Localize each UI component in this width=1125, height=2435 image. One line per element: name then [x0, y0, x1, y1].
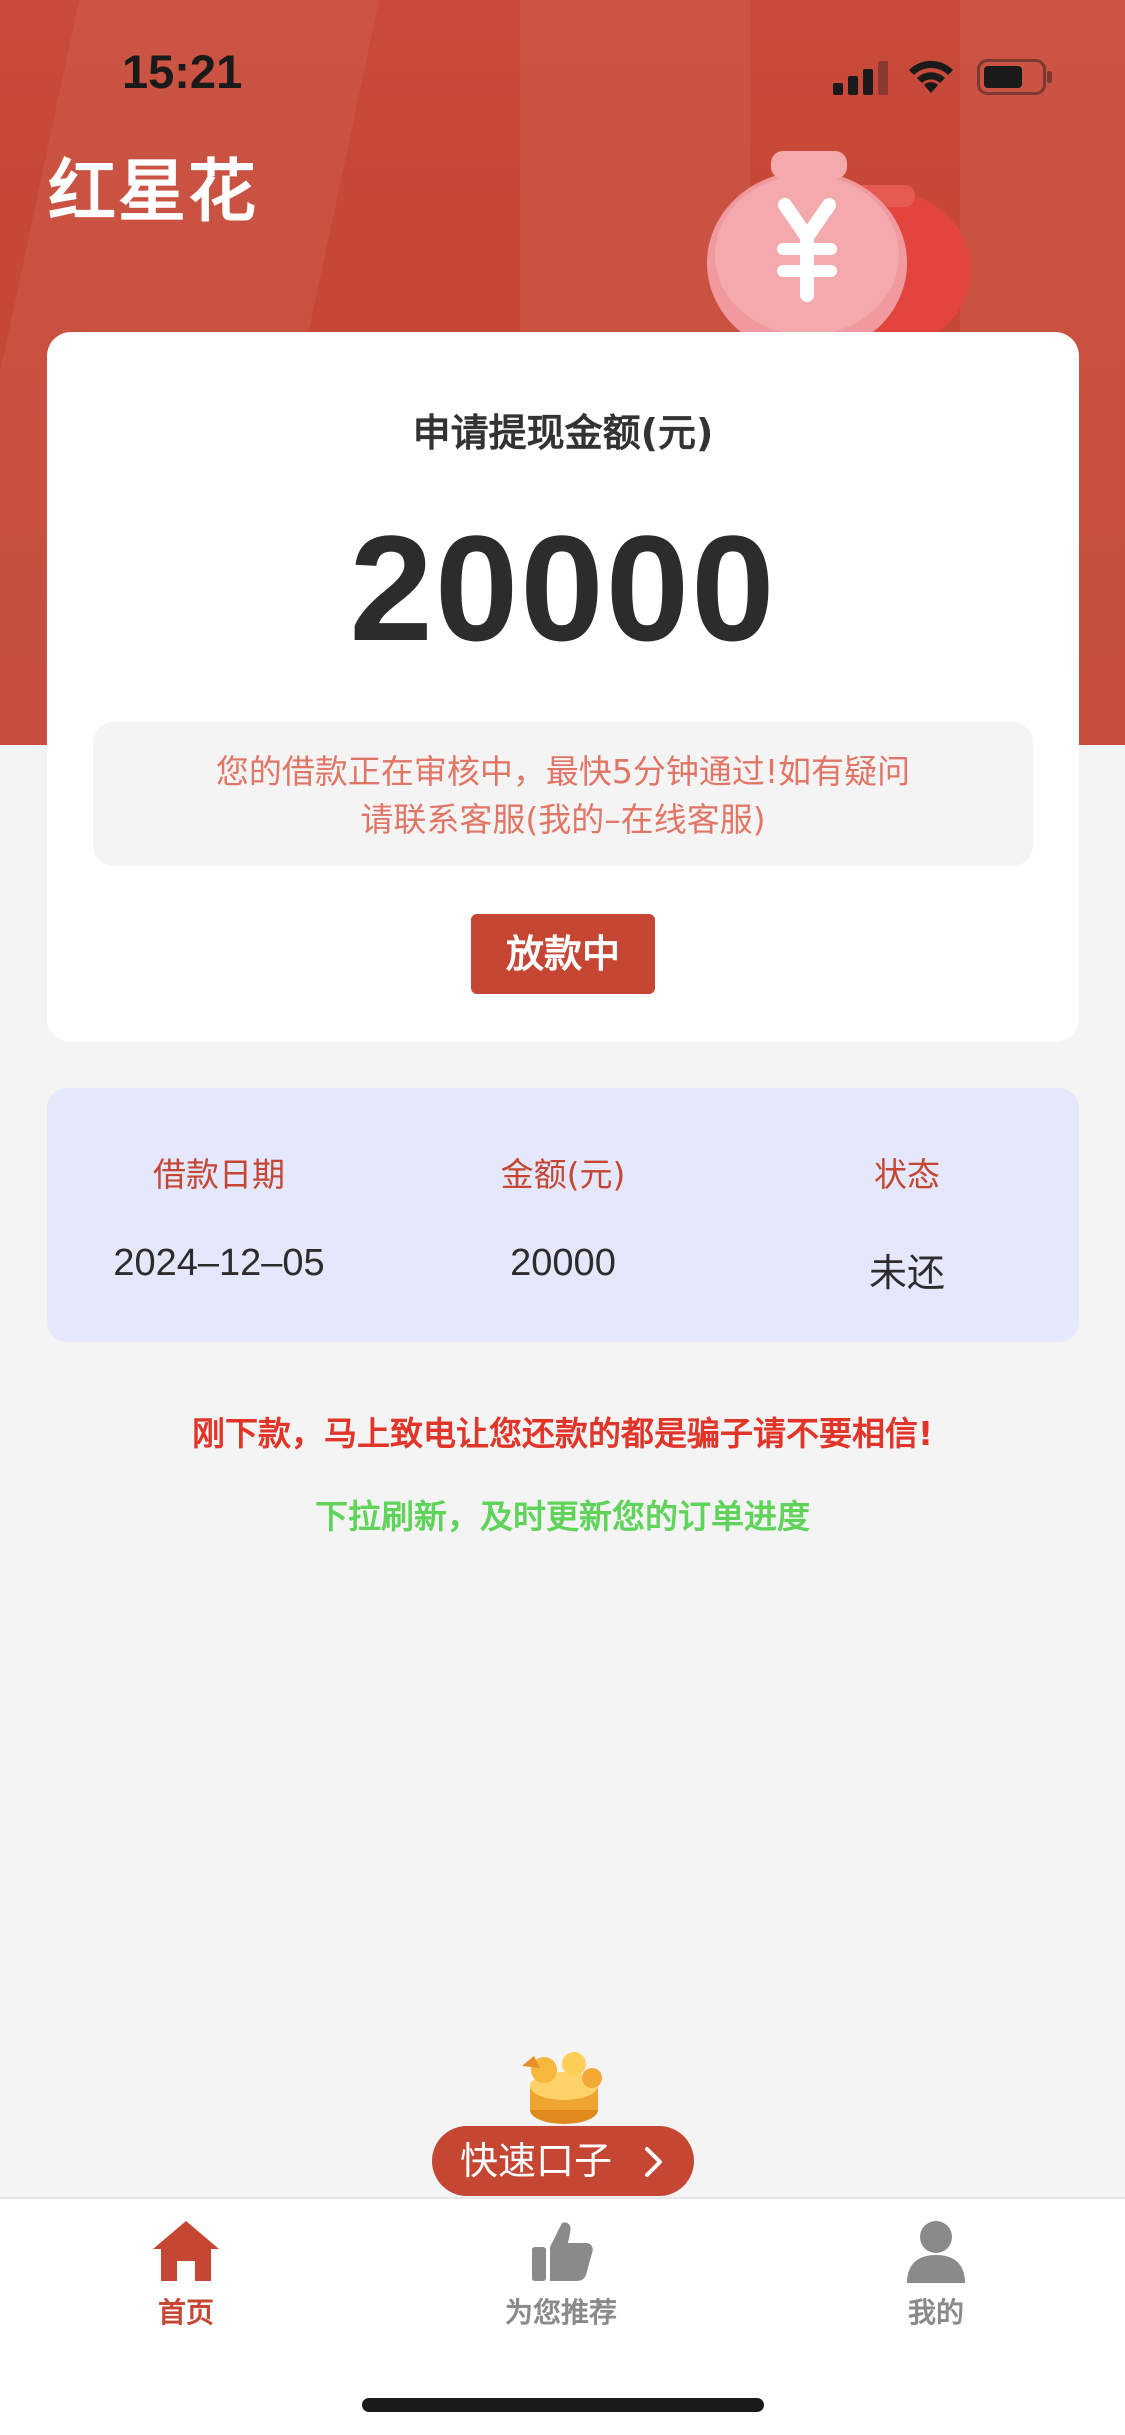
pull-refresh-hint: 下拉刷新，及时更新您的订单进度	[315, 1497, 810, 1536]
column-header: 借款日期	[153, 1155, 285, 1194]
loan-column-date: 借款日期 2024–12–05	[47, 1088, 391, 1285]
loan-column-amount: 金额(元) 20000	[391, 1088, 735, 1285]
review-notice-line: 请联系客服(我的–在线客服)	[360, 800, 766, 839]
quick-entry-label: 快速口子	[460, 2139, 613, 2183]
tab-home[interactable]: 首页	[86, 2217, 286, 2331]
review-notice-line: 您的借款正在审核中，最快5分钟通过!如有疑问	[215, 752, 911, 791]
home-icon	[153, 2221, 219, 2281]
loan-status-cell: 未还	[868, 1253, 945, 1295]
tab-mine[interactable]: 我的	[836, 2217, 1036, 2331]
loan-amount-cell: 20000	[510, 1242, 616, 1284]
home-indicator	[362, 2398, 764, 2412]
tab-label: 首页	[157, 2296, 214, 2329]
loan-record-table: 借款日期 2024–12–05 金额(元) 20000 状态 未还	[47, 1088, 1079, 1342]
tab-recommend[interactable]: 为您推荐	[461, 2217, 661, 2331]
column-header: 状态	[874, 1155, 940, 1194]
tab-label: 我的	[907, 2296, 964, 2329]
quick-entry-button[interactable]: 快速口子	[432, 2126, 694, 2196]
money-bag-icon	[707, 151, 971, 345]
loan-column-status: 状态 未还	[735, 1088, 1079, 1297]
loan-date-cell: 2024–12–05	[113, 1242, 325, 1284]
battery-icon	[977, 59, 1052, 95]
chevron-right-icon	[645, 2147, 662, 2177]
status-time: 15:21	[122, 45, 243, 98]
disbursing-status-button[interactable]: 放款中	[471, 914, 655, 994]
apply-amount-label: 申请提现金额(元)	[412, 411, 714, 455]
column-header: 金额(元)	[500, 1155, 626, 1194]
signal-icon	[833, 61, 888, 95]
app-title: 红星花	[48, 153, 259, 232]
wifi-icon	[909, 60, 953, 93]
quick-entry-float[interactable]: 快速口子	[432, 2050, 694, 2198]
coins-icon	[522, 2052, 602, 2124]
tab-label: 为您推荐	[504, 2296, 617, 2329]
review-notice: 您的借款正在审核中，最快5分钟通过!如有疑问 请联系客服(我的–在线客服)	[93, 722, 1033, 866]
thumbs-up-icon	[532, 2222, 593, 2281]
fraud-warning: 刚下款，马上致电让您还款的都是骗子请不要相信!	[191, 1414, 934, 1453]
apply-amount-value: 20000	[349, 504, 777, 672]
user-icon	[907, 2221, 965, 2283]
apply-card: 申请提现金额(元) 20000 您的借款正在审核中，最快5分钟通过!如有疑问 请…	[47, 332, 1079, 1042]
status-bar: 15:21	[0, 0, 1125, 140]
